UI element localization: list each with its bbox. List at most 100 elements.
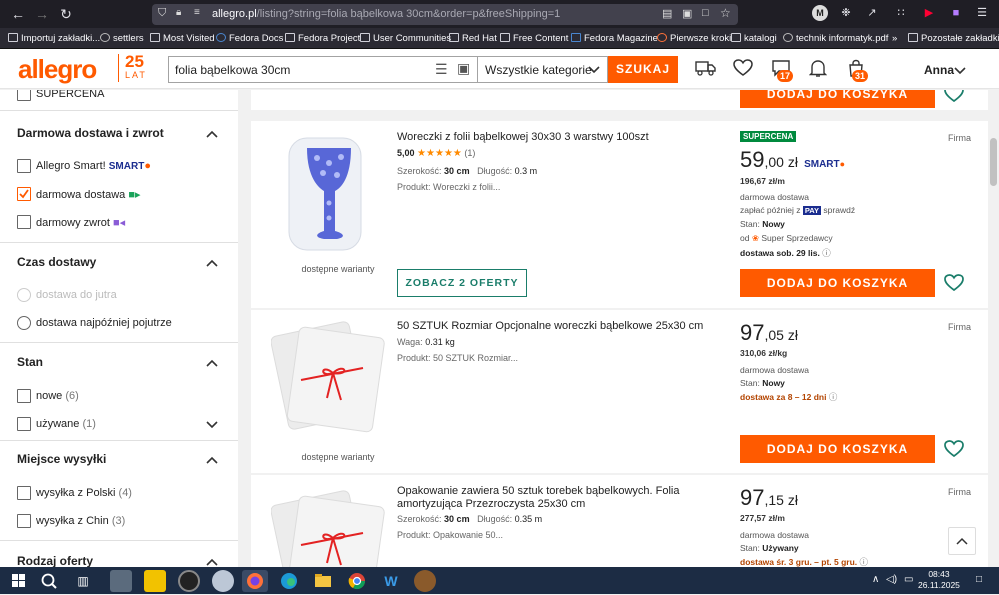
offer-type-title[interactable]: Rodzaj oferty — [17, 554, 93, 567]
scroll-to-top-button[interactable] — [948, 527, 976, 555]
delivery-time-title[interactable]: Czas dostawy — [17, 255, 96, 269]
reader-view-icon[interactable]: ▤ — [662, 7, 672, 20]
chevron-up-icon[interactable] — [205, 127, 219, 141]
file-explorer-icon[interactable] — [312, 570, 334, 592]
china-checkbox[interactable] — [17, 514, 31, 528]
network-icon[interactable]: ▭ — [904, 574, 913, 585]
add-to-cart-button[interactable]: DODAJ DO KOSZYKA — [740, 435, 935, 463]
chevron-up-icon[interactable] — [205, 453, 219, 467]
product-image[interactable] — [279, 133, 379, 253]
product-params: Waga: 0.31 kg — [397, 337, 455, 347]
apps-grid-icon[interactable]: ∷ — [893, 5, 909, 21]
bookmark-item[interactable]: Red Hat — [449, 32, 497, 46]
more-bookmarks-icon[interactable]: » — [892, 32, 897, 46]
divider — [0, 242, 238, 243]
free-return-checkbox[interactable] — [17, 215, 31, 229]
scrollbar-thumb[interactable] — [990, 138, 997, 186]
addon-icon[interactable]: ■ — [948, 5, 964, 21]
truck-icon[interactable] — [695, 59, 717, 81]
add-to-cart-button[interactable]: DODAJ DO KOSZYKA — [740, 90, 935, 108]
forward-icon[interactable]: → — [33, 5, 51, 23]
bookmark-item[interactable]: technik informatyk.pdf — [783, 32, 888, 46]
back-icon[interactable]: ← — [9, 5, 27, 23]
speaker-icon[interactable]: ◁) — [886, 574, 897, 585]
bookmark-item[interactable]: Importuj zakładki... — [8, 32, 100, 46]
edge-icon[interactable] — [278, 570, 300, 592]
heart-icon[interactable] — [944, 273, 964, 293]
delivery-filter-title[interactable]: Darmowa dostawa i zwrot — [17, 126, 164, 140]
bookmark-item[interactable]: Fedora Docs — [216, 32, 283, 46]
bookmark-item[interactable]: Most Visited — [150, 32, 215, 46]
product-title[interactable]: Woreczki z folii bąbelkowej 30x30 3 wars… — [397, 131, 727, 144]
extensions-icon[interactable]: ❉ — [838, 5, 854, 21]
chevron-down-icon[interactable] — [954, 67, 966, 75]
profile-icon[interactable]: M — [812, 5, 828, 21]
used-checkbox[interactable] — [17, 417, 31, 431]
chevron-down-icon[interactable] — [205, 418, 219, 432]
camera-icon[interactable]: ▣ — [457, 60, 470, 77]
filter-list-icon[interactable]: ☰ — [435, 61, 448, 78]
youtube-icon[interactable]: ▶ — [921, 5, 937, 21]
share-icon[interactable]: ↗ — [864, 5, 880, 21]
bookmark-item[interactable]: Fedora Project — [285, 32, 360, 46]
screenshot-icon[interactable]: ▣ — [682, 7, 692, 20]
category-select[interactable]: Wszystkie kategorie — [478, 56, 608, 83]
search-input[interactable]: folia bąbelkowa 30cm ☰ ▣ — [168, 56, 478, 83]
chevron-up-icon[interactable] — [205, 356, 219, 370]
location-filter-title[interactable]: Miejsce wysyłki — [17, 452, 106, 466]
new-checkbox[interactable] — [17, 389, 31, 403]
sticky-notes-icon[interactable] — [144, 570, 166, 592]
supercena-checkbox[interactable] — [17, 90, 31, 101]
calculator-icon[interactable] — [110, 570, 132, 592]
app-icon[interactable]: W — [380, 570, 402, 592]
chevron-up-icon[interactable] — [205, 256, 219, 270]
url-bar[interactable]: ⛉ 🔒︎ ≡ allegro.pl/listing?string=folia b… — [152, 4, 738, 25]
day-after-radio[interactable] — [17, 316, 31, 330]
heart-icon[interactable] — [944, 90, 964, 104]
media-icon[interactable] — [178, 570, 200, 592]
product-title[interactable]: Opakowanie zawiera 50 sztuk torebek bąbe… — [397, 485, 727, 511]
bookmark-item[interactable]: katalogi — [731, 32, 777, 46]
seller-type: Firma — [948, 133, 971, 143]
windows-start-icon[interactable] — [8, 570, 30, 592]
bookmark-item[interactable]: Free Content — [500, 32, 568, 46]
chevron-up-icon[interactable]: ∧ — [872, 574, 879, 585]
app-icon[interactable] — [212, 570, 234, 592]
product-image[interactable] — [271, 483, 387, 567]
search-button[interactable]: SZUKAJ — [608, 56, 678, 83]
bookmark-item[interactable]: settlers — [100, 32, 144, 46]
see-offers-button[interactable]: ZOBACZ 2 OFERTY — [397, 269, 527, 297]
product-image[interactable] — [271, 318, 387, 436]
pay-later-info[interactable]: zapłać później z PAY sprawdź — [740, 205, 855, 215]
task-view-icon[interactable]: ▥ — [72, 570, 94, 592]
user-menu[interactable]: Anna — [924, 63, 954, 77]
heart-icon[interactable] — [944, 439, 964, 459]
condition-filter-title[interactable]: Stan — [17, 355, 43, 369]
reload-icon[interactable]: ↻ — [57, 5, 75, 23]
clock[interactable]: 08:43 26.11.2025 — [918, 569, 960, 591]
free-delivery-checkbox[interactable] — [17, 187, 31, 201]
add-to-cart-button[interactable]: DODAJ DO KOSZYKA — [740, 269, 935, 297]
chrome-icon[interactable] — [346, 570, 368, 592]
page-scrollbar[interactable] — [988, 90, 999, 567]
notifications-icon[interactable]: □ — [976, 574, 982, 585]
product-title[interactable]: 50 SZTUK Rozmiar Opcjonalne woreczki bąb… — [397, 320, 727, 333]
bookmark-item[interactable]: Pierwsze kroki — [657, 32, 731, 46]
divider — [0, 440, 238, 441]
search-icon[interactable] — [38, 570, 60, 592]
poland-checkbox[interactable] — [17, 486, 31, 500]
variants-label: dostępne warianty — [301, 264, 375, 274]
bookmark-item[interactable]: Pozostałe zakładki — [908, 32, 999, 46]
game-icon[interactable] — [414, 570, 436, 592]
smart-checkbox[interactable] — [17, 159, 31, 173]
pocket-icon[interactable]: □ — [702, 7, 709, 19]
bookmark-item[interactable]: User Communities — [360, 32, 451, 46]
menu-icon[interactable]: ☰ — [974, 5, 990, 21]
chevron-up-icon[interactable] — [205, 555, 219, 567]
bell-icon[interactable] — [807, 59, 829, 81]
star-icon[interactable]: ☆ — [720, 6, 731, 20]
firefox-icon[interactable] — [242, 570, 268, 592]
bookmark-item[interactable]: Fedora Magazine — [571, 32, 658, 46]
allegro-logo[interactable]: allegro — [18, 54, 97, 85]
heart-icon[interactable] — [732, 59, 754, 81]
